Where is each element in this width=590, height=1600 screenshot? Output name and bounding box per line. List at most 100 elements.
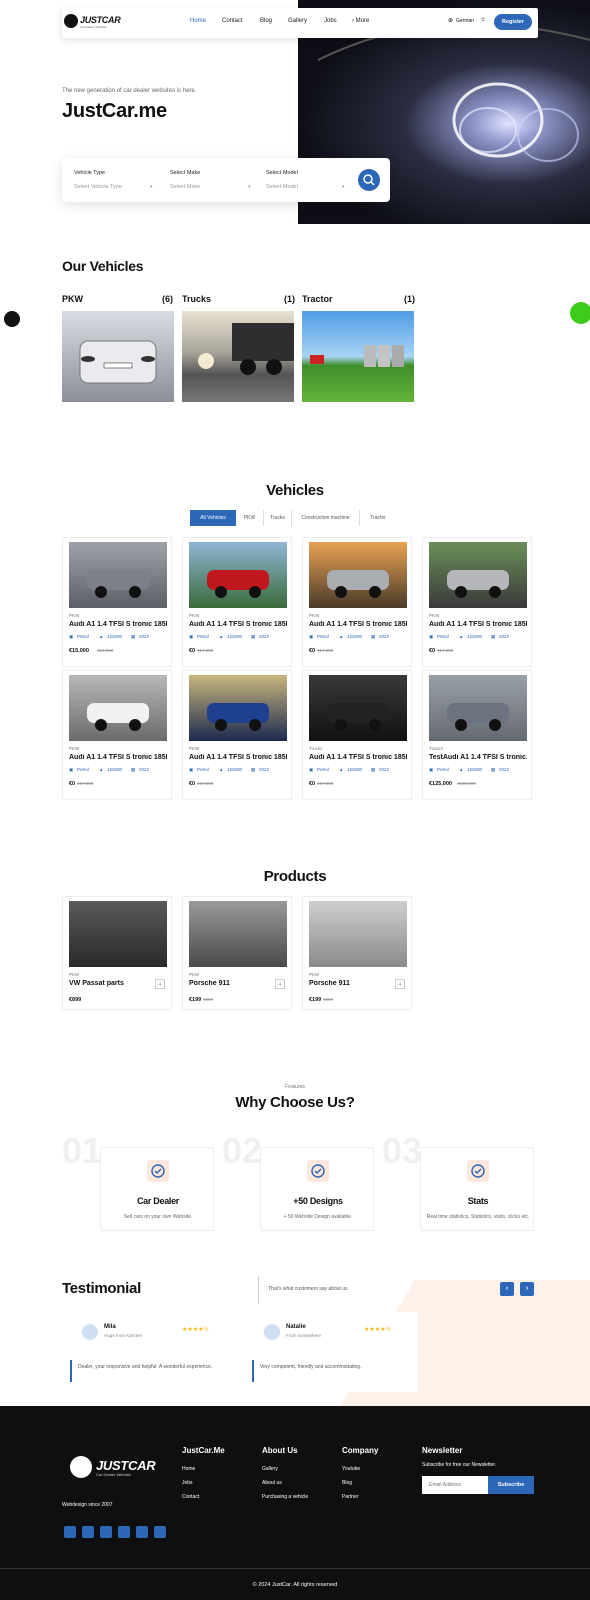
vehicle-mileage: 122000 xyxy=(347,767,363,772)
globe-icon[interactable]: ⊕ xyxy=(448,17,453,24)
vehicle-name[interactable]: Audi A1 1.4 TFSI S tronic 185PS... xyxy=(69,754,167,761)
chat-icon[interactable] xyxy=(570,302,590,324)
vehicle-image[interactable] xyxy=(189,542,287,608)
vehicle-name[interactable]: Audi A1 1.4 TFSI S tronic 185PS... xyxy=(429,621,527,628)
vehicle-card[interactable]: PKW Audi A1 1.4 TFSI S tronic 185PS... ▣Pe… xyxy=(62,670,172,800)
email-icon[interactable] xyxy=(64,1526,76,1538)
product-image[interactable] xyxy=(189,901,287,967)
category-trucks-title[interactable]: Trucks xyxy=(182,294,211,304)
nav-gallery[interactable]: Gallery xyxy=(288,18,307,24)
testimonial-text: Very competent, friendly and accommodati… xyxy=(260,1364,362,1370)
vehicle-image[interactable] xyxy=(309,675,407,741)
product-card[interactable]: PKW VW Passat parts ⌂ €899 xyxy=(62,896,172,1010)
footer-link[interactable]: Gallery xyxy=(262,1466,278,1472)
tab-all-vehicles[interactable]: All Vehicles xyxy=(190,510,236,526)
vehicle-image[interactable] xyxy=(429,542,527,608)
cart-icon[interactable]: ⌂ xyxy=(275,979,285,989)
vehicle-old-price: €17,000 xyxy=(437,648,454,653)
nav-jobs[interactable]: Jobs xyxy=(324,18,337,24)
register-button[interactable]: Register xyxy=(494,14,532,30)
user-icon[interactable]: ☺ xyxy=(480,17,486,23)
search-button[interactable] xyxy=(358,169,380,191)
vehicle-card[interactable]: Trucks Audi A1 1.4 TFSI S tronic 185PS...… xyxy=(302,670,412,800)
facebook-icon[interactable] xyxy=(82,1526,94,1538)
footer-divider xyxy=(0,1568,590,1569)
category-tractor-image[interactable] xyxy=(302,311,414,402)
category-trucks-image[interactable] xyxy=(182,311,294,402)
footer-link[interactable]: Youtube xyxy=(342,1466,360,1472)
product-card[interactable]: PKW Porsche 911 ⌂ €199 €299 xyxy=(302,896,412,1010)
model-select[interactable]: Select Model xyxy=(266,184,298,190)
nav-blog[interactable]: Blog xyxy=(260,18,272,24)
category-tractor-title[interactable]: Tractor xyxy=(302,294,333,304)
tab-pkw[interactable]: PKW xyxy=(236,510,264,526)
vehicle-image[interactable] xyxy=(69,542,167,608)
vehicle-name[interactable]: Audi A1 1.4 TFSI S tronic 185PS... xyxy=(69,621,167,628)
vehicle-card[interactable]: PKW Audi A1 1.4 TFSI S tronic 185PS... ▣Pe… xyxy=(182,537,292,667)
footer-link[interactable]: About us xyxy=(262,1480,282,1486)
vehicle-name[interactable]: TestAudi A1 1.4 TFSI S tronic... xyxy=(429,754,527,761)
vehicle-name[interactable]: Audi A1 1.4 TFSI S tronic 185PS... xyxy=(309,621,407,628)
category-pkw-image[interactable] xyxy=(62,311,174,402)
fuel-icon: ▣ xyxy=(69,634,74,639)
vehicle-image[interactable] xyxy=(429,675,527,741)
vehicle-type-select[interactable]: Select Vehicle Type xyxy=(74,184,122,190)
footer-link[interactable]: Contact xyxy=(182,1494,199,1500)
vehicle-image[interactable] xyxy=(189,675,287,741)
footer-link[interactable]: Purchasing a vehicle xyxy=(262,1494,308,1500)
vehicle-category: PKW xyxy=(429,613,440,618)
tab-trucks[interactable]: Trucks xyxy=(264,510,292,526)
footer-link[interactable]: Home xyxy=(182,1466,195,1472)
next-arrow-icon[interactable]: › xyxy=(520,1282,534,1296)
vehicle-name[interactable]: Audi A1 1.4 TFSI S tronic 185PS... xyxy=(189,754,287,761)
product-name[interactable]: Porsche 911 xyxy=(309,980,407,987)
product-image[interactable] xyxy=(69,901,167,967)
subscribe-button[interactable]: Subscribe xyxy=(488,1476,534,1494)
vehicle-search-card: Vehicle Type Select Vehicle Type ▾ Selec… xyxy=(62,158,390,202)
why-title: +50 Designs xyxy=(293,1196,343,1206)
vehicle-fuel: Petrol xyxy=(437,767,449,772)
logo-icon[interactable] xyxy=(64,14,78,28)
tab-construction-machine[interactable]: Construction machine xyxy=(292,510,360,526)
nav-contact[interactable]: Contact xyxy=(222,18,243,24)
vehicle-year: 2022 xyxy=(379,634,390,639)
footer-logo-text[interactable]: JUSTCAR xyxy=(96,1458,156,1473)
logo-text[interactable]: JUSTCAR xyxy=(80,15,121,25)
products-section-title: Products xyxy=(263,868,327,885)
vehicle-image[interactable] xyxy=(309,542,407,608)
fuel-icon: ▣ xyxy=(309,767,314,772)
make-select[interactable]: Select Make xyxy=(170,184,200,190)
youtube-icon[interactable] xyxy=(154,1526,166,1538)
product-name[interactable]: VW Passat parts xyxy=(69,980,167,987)
vehicle-old-price: €17,000 xyxy=(317,648,334,653)
vehicle-old-price: €135,000 xyxy=(457,781,476,786)
vehicle-card[interactable]: PKW Audi A1 1.4 TFSI S tronic 185PS... ▣Pe… xyxy=(62,537,172,667)
twitter-icon[interactable] xyxy=(100,1526,112,1538)
testimonial-name: Natalie xyxy=(286,1324,306,1330)
product-image[interactable] xyxy=(309,901,407,967)
vehicle-card[interactable]: Tractor TestAudi A1 1.4 TFSI S tronic... ▣… xyxy=(422,670,532,800)
footer-link[interactable]: Jobs xyxy=(182,1480,193,1486)
newsletter-email-input[interactable] xyxy=(422,1476,488,1494)
nav-more[interactable]: › More xyxy=(352,18,369,24)
cart-icon[interactable]: ⌂ xyxy=(395,979,405,989)
product-card[interactable]: PKW Porsche 911 ⌂ €199 €299 xyxy=(182,896,292,1010)
footer-link[interactable]: Partner xyxy=(342,1494,358,1500)
footer-link[interactable]: Blog xyxy=(342,1480,352,1486)
product-name[interactable]: Porsche 911 xyxy=(189,980,287,987)
accessibility-icon[interactable] xyxy=(4,311,20,327)
vehicle-image[interactable] xyxy=(69,675,167,741)
category-pkw-title[interactable]: PKW xyxy=(62,294,83,304)
vehicle-card[interactable]: PKW Audi A1 1.4 TFSI S tronic 185PS... ▣Pe… xyxy=(182,670,292,800)
language-selector[interactable]: German xyxy=(456,18,474,24)
tab-tractor[interactable]: Tractor xyxy=(360,510,396,526)
linkedin-icon[interactable] xyxy=(118,1526,130,1538)
vehicle-name[interactable]: Audi A1 1.4 TFSI S tronic 185PS... xyxy=(189,621,287,628)
vehicle-name[interactable]: Audi A1 1.4 TFSI S tronic 185PS... xyxy=(309,754,407,761)
nav-home[interactable]: Home xyxy=(190,18,206,24)
cart-icon[interactable]: ⌂ xyxy=(155,979,165,989)
prev-arrow-icon[interactable]: ‹ xyxy=(500,1282,514,1296)
vehicle-card[interactable]: PKW Audi A1 1.4 TFSI S tronic 185PS... ▣Pe… xyxy=(422,537,532,667)
vehicle-card[interactable]: PKW Audi A1 1.4 TFSI S tronic 185PS... ▣Pe… xyxy=(302,537,412,667)
instagram-icon[interactable] xyxy=(136,1526,148,1538)
